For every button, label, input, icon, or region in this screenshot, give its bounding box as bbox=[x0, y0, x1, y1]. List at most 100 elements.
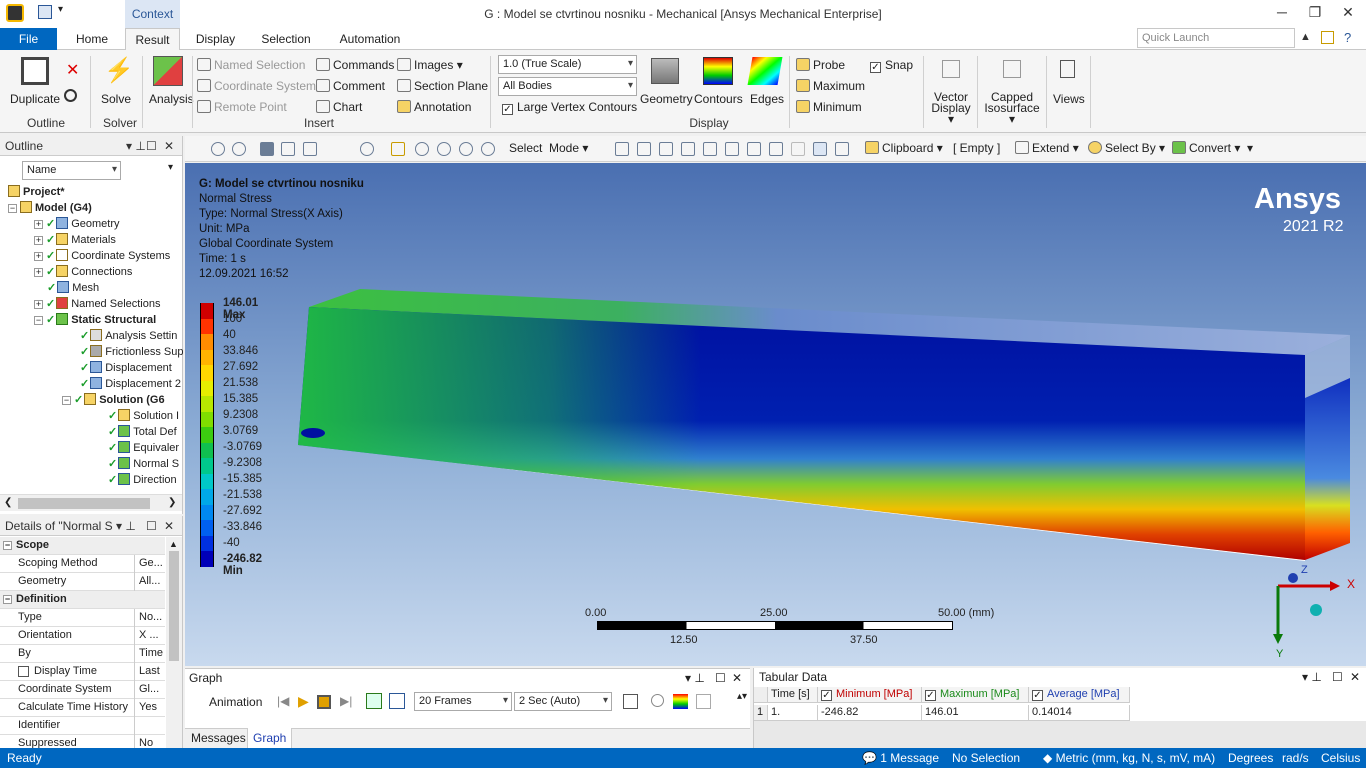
geometry-display-button[interactable]: Geometry bbox=[640, 92, 693, 106]
collapse-ribbon-icon[interactable]: ▲ bbox=[1300, 31, 1311, 43]
details-value[interactable]: Yes bbox=[137, 699, 165, 716]
play-icon[interactable]: ▶ bbox=[298, 693, 309, 710]
collapse-icon[interactable]: − bbox=[3, 541, 12, 550]
select-element-face-icon[interactable] bbox=[725, 142, 739, 156]
remote-point-button[interactable]: Remote Point bbox=[197, 100, 287, 114]
select-body-icon[interactable] bbox=[681, 142, 695, 156]
details-row[interactable]: Orientation X ... bbox=[0, 627, 165, 645]
show-mesh-icon[interactable] bbox=[303, 142, 317, 156]
tab-selection[interactable]: Selection bbox=[252, 28, 320, 50]
collapse-icon[interactable]: − bbox=[3, 595, 12, 604]
tab-messages[interactable]: Messages bbox=[191, 731, 246, 745]
solve-button[interactable]: Solve bbox=[101, 92, 131, 106]
clipboard-dropdown[interactable]: Clipboard ▾ bbox=[865, 141, 943, 155]
status-messages[interactable]: 💬 1 Message bbox=[862, 751, 939, 765]
named-selection-button[interactable]: Named Selection bbox=[197, 58, 305, 72]
details-row[interactable]: Scoping Method Ge... bbox=[0, 555, 165, 573]
color-bar-icon[interactable] bbox=[673, 694, 688, 709]
tab-file[interactable]: File bbox=[0, 28, 57, 50]
maximize-panel-icon[interactable]: ☐ bbox=[146, 139, 157, 153]
details-value[interactable]: X ... bbox=[137, 627, 165, 644]
stop-icon[interactable] bbox=[317, 695, 331, 709]
cell-maximum[interactable]: 146.01 bbox=[922, 705, 1029, 721]
close-panel-icon[interactable]: ✕ bbox=[164, 519, 174, 533]
tree-item-solution-information[interactable]: ✓ Solution I bbox=[108, 408, 179, 424]
result-sets-icon[interactable] bbox=[389, 693, 405, 709]
cell-average[interactable]: 0.14014 bbox=[1029, 705, 1130, 721]
scroll-thumb[interactable] bbox=[18, 498, 150, 509]
tree-item-total-deformation[interactable]: ✓ Total Def bbox=[108, 424, 177, 440]
tree-item-mesh[interactable]: ✓ Mesh bbox=[47, 280, 99, 296]
distributed-frames-icon[interactable] bbox=[366, 693, 382, 709]
quick-launch-input[interactable]: Quick Launch bbox=[1137, 28, 1295, 48]
scroll-right-icon[interactable]: ❯ bbox=[168, 497, 176, 508]
tree-item-directional-deformation[interactable]: ✓ Direction bbox=[108, 472, 177, 488]
graph-overflow-icon[interactable]: ▴▾ bbox=[737, 691, 747, 702]
expand-icon[interactable]: + bbox=[34, 268, 43, 277]
details-row[interactable]: Display Time Last bbox=[0, 663, 165, 681]
tree-item-frictionless-support[interactable]: ✓ Frictionless Sup bbox=[80, 344, 183, 360]
details-value[interactable]: All... bbox=[137, 573, 165, 590]
tree-item-model[interactable]: − Model (G4) bbox=[8, 200, 92, 216]
filter-options-icon[interactable]: ▾ bbox=[168, 162, 173, 173]
collapse-icon[interactable]: − bbox=[8, 204, 17, 213]
feedback-icon[interactable] bbox=[1321, 31, 1334, 44]
duplicate-button[interactable]: Duplicate bbox=[10, 92, 60, 106]
frames-select[interactable]: 20 Frames bbox=[414, 692, 512, 711]
collapse-icon[interactable]: − bbox=[34, 316, 43, 325]
commands-button[interactable]: Commands bbox=[316, 58, 394, 72]
check-icon[interactable]: ✓ bbox=[1032, 690, 1043, 701]
close-panel-icon[interactable]: ✕ bbox=[1350, 670, 1360, 684]
select-element-icon[interactable] bbox=[747, 142, 761, 156]
details-value[interactable]: Ge... bbox=[137, 555, 165, 572]
select-vertex-icon[interactable] bbox=[615, 142, 629, 156]
tree-item-geometry[interactable]: + ✓ Geometry bbox=[34, 216, 120, 232]
graph-options-icon[interactable] bbox=[696, 694, 711, 709]
delete-icon[interactable]: ✕ bbox=[66, 60, 79, 80]
status-rate-unit[interactable]: rad/s bbox=[1282, 751, 1309, 765]
details-vertical-scrollbar[interactable]: ▲ bbox=[166, 537, 182, 748]
tab-graph[interactable]: Graph bbox=[247, 728, 293, 749]
tree-item-equivalent-stress[interactable]: ✓ Equivaler bbox=[108, 440, 179, 456]
status-temp-unit[interactable]: Celsius bbox=[1321, 751, 1360, 765]
column-header-average[interactable]: ✓ Average [MPa] bbox=[1029, 687, 1130, 703]
maximize-button[interactable]: ❐ bbox=[1303, 4, 1327, 24]
zoom-graph-icon[interactable] bbox=[651, 694, 664, 707]
details-row[interactable]: Geometry All... bbox=[0, 573, 165, 591]
zoom-in-icon[interactable] bbox=[211, 142, 225, 156]
minimize-button[interactable]: ─ bbox=[1270, 4, 1294, 24]
collapse-icon[interactable]: − bbox=[62, 396, 71, 405]
export-video-icon[interactable] bbox=[623, 694, 638, 709]
pin-icon[interactable]: ▾ ⊥ bbox=[1302, 670, 1322, 684]
mode-dropdown[interactable]: Mode ▾ bbox=[549, 141, 588, 155]
details-row[interactable]: By Time bbox=[0, 645, 165, 663]
details-value[interactable]: Time bbox=[137, 645, 165, 662]
duration-select[interactable]: 2 Sec (Auto) bbox=[514, 692, 612, 711]
help-icon[interactable]: ? bbox=[1344, 30, 1351, 45]
expand-icon[interactable]: + bbox=[34, 252, 43, 261]
check-icon[interactable]: ✓ bbox=[925, 690, 936, 701]
maximize-panel-icon[interactable]: ☐ bbox=[146, 519, 157, 533]
details-value[interactable]: Gl... bbox=[137, 681, 165, 698]
scroll-up-icon[interactable]: ▲ bbox=[169, 539, 178, 549]
tree-item-displacement[interactable]: ✓ Displacement bbox=[80, 360, 172, 376]
details-row[interactable]: Identifier bbox=[0, 717, 165, 735]
maximum-button[interactable]: Maximum bbox=[796, 79, 865, 93]
wireframe-icon[interactable] bbox=[281, 142, 295, 156]
analysis-button[interactable]: Analysis bbox=[149, 92, 194, 106]
bodies-select[interactable]: All Bodies bbox=[498, 77, 637, 96]
coordinate-system-button[interactable]: Coordinate System bbox=[197, 79, 316, 93]
select-face-icon[interactable] bbox=[659, 142, 673, 156]
display-time-checkbox[interactable] bbox=[18, 666, 29, 677]
outline-filter-select[interactable]: Name bbox=[22, 161, 121, 180]
coordinate-xyz-icon[interactable] bbox=[791, 142, 805, 156]
edges-button[interactable]: Edges bbox=[750, 92, 784, 106]
maximize-panel-icon[interactable]: ☐ bbox=[715, 671, 726, 685]
label-alt-icon[interactable] bbox=[835, 142, 849, 156]
close-button[interactable]: ✕ bbox=[1336, 4, 1360, 24]
details-value[interactable]: Last bbox=[137, 663, 165, 680]
tree-item-displacement-2[interactable]: ✓ Displacement 2 bbox=[80, 376, 181, 392]
zoom-to-fit-icon[interactable] bbox=[437, 142, 451, 156]
capped-isosurface-button[interactable]: Capped Isosurface ▾ bbox=[980, 91, 1044, 125]
zoom-box-icon[interactable] bbox=[415, 142, 429, 156]
